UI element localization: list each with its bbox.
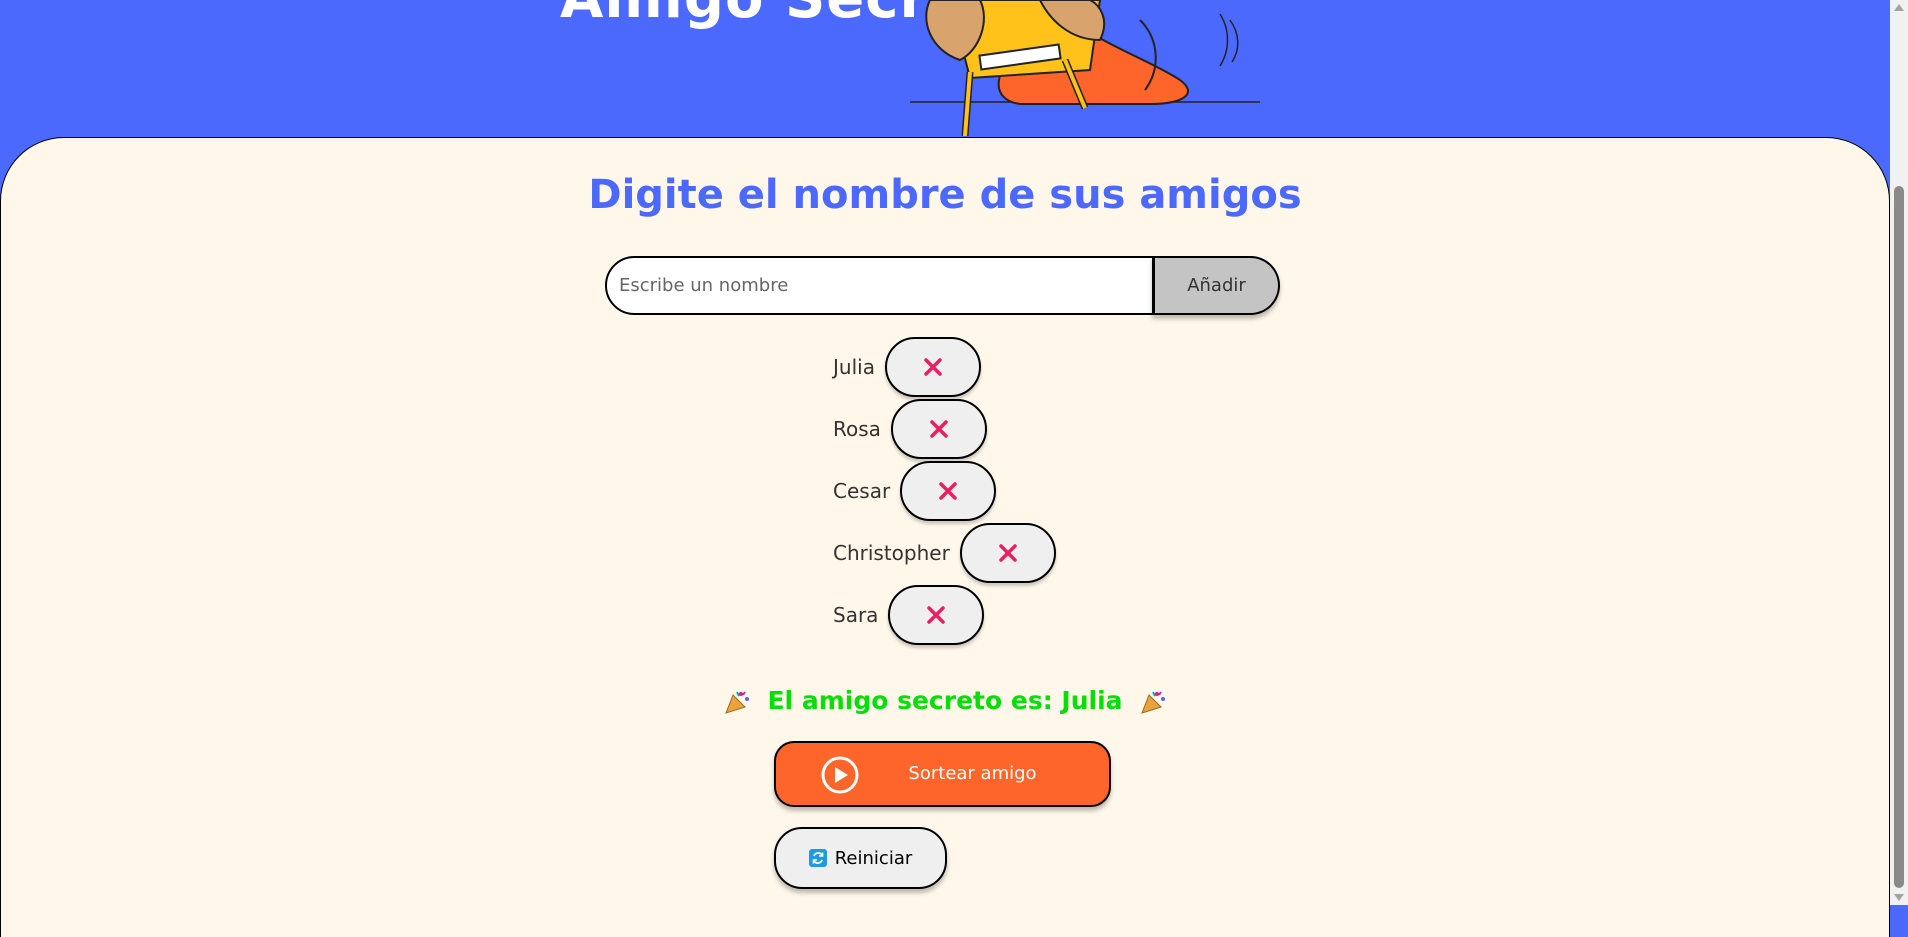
remove-friend-button[interactable] (888, 585, 985, 645)
remove-friend-button[interactable] (900, 461, 997, 521)
close-icon (930, 420, 948, 438)
friend-name: Julia (833, 355, 875, 379)
remove-friend-button[interactable] (959, 523, 1056, 583)
close-icon (939, 482, 957, 500)
friend-name: Cesar (833, 479, 891, 503)
list-item: Christopher (833, 522, 1056, 584)
vertical-scrollbar[interactable] (1890, 0, 1908, 905)
refresh-icon (808, 849, 827, 867)
list-item: Cesar (833, 460, 1056, 522)
remove-friend-button[interactable] (884, 337, 981, 397)
friend-name: Rosa (833, 417, 881, 441)
close-icon (924, 358, 942, 376)
list-item: Sara (833, 584, 1056, 646)
scrollbar-thumb[interactable] (1894, 186, 1904, 888)
section-title: Digite el nombre de sus amigos (588, 172, 1302, 218)
add-button[interactable]: Añadir (1152, 256, 1280, 315)
reset-button-label: Reiniciar (834, 847, 913, 869)
close-icon (999, 544, 1017, 562)
list-item: Rosa (833, 398, 1056, 460)
party-popper-icon (724, 691, 749, 714)
scroll-down-arrow-icon[interactable] (1894, 894, 1904, 901)
friend-name: Christopher (833, 541, 950, 565)
friend-name-input[interactable] (605, 256, 1155, 315)
close-icon (927, 606, 946, 624)
reset-button[interactable]: Reiniciar (774, 827, 947, 889)
remove-friend-button[interactable] (890, 399, 987, 459)
friend-name: Sara (833, 603, 879, 627)
draw-button-label: Sortear amigo (908, 763, 1037, 784)
friends-list: Julia Rosa Cesar Christopher Sara (833, 336, 1056, 646)
draw-friend-button[interactable]: Sortear amigo (774, 741, 1111, 807)
party-popper-icon (1141, 691, 1166, 714)
scroll-up-arrow-icon[interactable] (1894, 4, 1904, 11)
input-row: Añadir (605, 256, 1280, 315)
main-card: Digite el nombre de sus amigos Añadir Ju… (0, 137, 1890, 937)
list-item: Julia (833, 336, 1056, 398)
result-text: El amigo secreto es: Julia (767, 686, 1123, 715)
person-holding-present-illustration (910, 0, 1260, 137)
result-message: El amigo secreto es: Julia (1, 686, 1889, 715)
